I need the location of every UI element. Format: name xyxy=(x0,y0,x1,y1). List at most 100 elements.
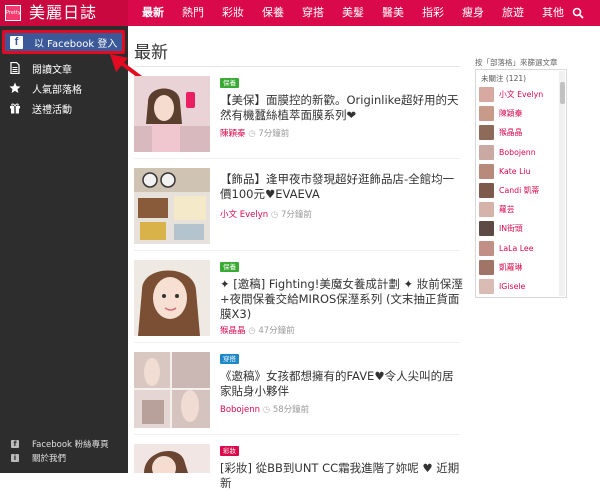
blogger-filter-title: 按「部落格」來篩選文章 xyxy=(475,58,558,67)
blogger-name: IN街頭 xyxy=(499,224,523,234)
post-thumbnail[interactable] xyxy=(134,168,210,244)
sidebar-item-label: 送禮活動 xyxy=(32,104,72,116)
post-thumbnail[interactable] xyxy=(134,444,210,473)
blogger-name: Kate Liu xyxy=(499,166,531,176)
avatar xyxy=(479,278,494,294)
info-icon: i xyxy=(11,454,19,462)
logo[interactable]: Pretty 美麗日誌 xyxy=(0,0,128,26)
top-bar: Pretty 美麗日誌 最新 熱門 彩妝 保養 穿搭 美髮 醫美 指彩 瘦身 旅… xyxy=(0,0,600,26)
nav-item-popular[interactable]: 熱門 xyxy=(173,0,213,26)
blogger-item[interactable]: IGisele xyxy=(479,277,559,296)
nav-item-travel[interactable]: 旅遊 xyxy=(493,0,533,26)
post-author[interactable]: 陳穎秦 xyxy=(220,129,246,139)
post-item[interactable]: 保養 【美保】面膜控的新歡。Originlike超好用的天然有機蠶絲植萃面膜系列… xyxy=(134,76,464,156)
divider xyxy=(134,434,460,435)
blogger-item[interactable]: Kate Liu xyxy=(479,162,559,181)
blogger-item[interactable]: 蘿芸 xyxy=(479,200,559,219)
nav-item-slimming[interactable]: 瘦身 xyxy=(453,0,493,26)
divider xyxy=(134,158,460,159)
blogger-item[interactable]: 小佳 xyxy=(479,296,559,297)
facebook-icon: f xyxy=(11,440,19,448)
nav-item-fashion[interactable]: 穿搭 xyxy=(293,0,333,26)
post-title[interactable]: ✦ [邀稿] Fighting!美魔女養成計劃 ✦ 妝前保溼+夜間保養交給MIR… xyxy=(220,277,464,322)
nav-item-makeup[interactable]: 彩妝 xyxy=(213,0,253,26)
category-badge[interactable]: 彩妝 xyxy=(220,446,239,456)
blogger-item[interactable]: 小文 Evelyn xyxy=(479,85,559,104)
post-meta: 陳穎秦 ◷ 7分鐘前 xyxy=(220,127,289,139)
blogger-name: IGisele xyxy=(499,281,526,291)
post-item[interactable]: 穿搭 《邀稿》女孩都想擁有的FAVE♥令人尖叫的居家貼身小夥伴 Bobojenn… xyxy=(134,352,464,432)
avatar xyxy=(479,106,494,122)
post-time: 47分鐘前 xyxy=(258,326,295,336)
divider xyxy=(134,342,460,343)
blogger-item[interactable]: 凱蘿琳 xyxy=(479,258,559,277)
clock-icon: ◷ xyxy=(270,210,279,220)
post-thumbnail[interactable] xyxy=(134,352,210,428)
clock-icon: ◷ xyxy=(262,405,271,415)
post-title[interactable]: 【飾品】逢甲夜市發現超好逛飾品店-全館均一價100元♥EVAEVA xyxy=(220,172,464,202)
post-thumbnail[interactable] xyxy=(134,76,210,152)
scrollbar-track[interactable] xyxy=(559,71,565,296)
blogger-name: 小文 Evelyn xyxy=(499,90,544,100)
avatar xyxy=(479,87,494,103)
nav-item-latest[interactable]: 最新 xyxy=(133,0,173,26)
avatar xyxy=(479,125,494,141)
sidebar-item-gift-events[interactable]: 送禮活動 xyxy=(0,98,128,118)
blogger-item[interactable]: Candi 凱蒂 xyxy=(479,181,559,200)
post-meta: 猴晶晶 ◷ 47分鐘前 xyxy=(220,324,295,336)
nav-item-hair[interactable]: 美髮 xyxy=(333,0,373,26)
post-author[interactable]: Bobojenn xyxy=(220,405,260,415)
sidebar-footer-about[interactable]: i 關於我們 xyxy=(0,451,128,465)
nav-item-other[interactable]: 其他 xyxy=(533,0,573,26)
post-meta: Bobojenn ◷ 58分鐘前 xyxy=(220,403,309,415)
blogger-name: 陳穎秦 xyxy=(499,109,523,119)
post-author[interactable]: 猴晶晶 xyxy=(220,326,246,336)
logo-badge: Pretty xyxy=(5,5,21,21)
avatar xyxy=(479,144,494,160)
nav-item-aesthetics[interactable]: 醫美 xyxy=(373,0,413,26)
blogger-filter-list[interactable]: 未關注 (121) 小文 Evelyn 陳穎秦 猴晶晶 Bobojenn Kat… xyxy=(475,69,567,298)
blogger-name: 凱蘿琳 xyxy=(499,262,523,272)
blogger-item[interactable]: Bobojenn xyxy=(479,143,559,162)
post-title[interactable]: [彩妝] 從BB到UNT CC霜我進階了妳呢 ♥ 近期新 xyxy=(220,461,464,491)
blogger-item[interactable]: 陳穎秦 xyxy=(479,104,559,123)
scrollbar-thumb[interactable] xyxy=(560,82,565,104)
post-title[interactable]: 【美保】面膜控的新歡。Originlike超好用的天然有機蠶絲植萃面膜系列❤ xyxy=(220,93,464,123)
blogger-list: 小文 Evelyn 陳穎秦 猴晶晶 Bobojenn Kate Liu Cand… xyxy=(479,85,559,297)
post-meta: 小文 Evelyn ◷ 7分鐘前 xyxy=(220,208,312,220)
blogger-item[interactable]: IN街頭 xyxy=(479,219,559,238)
search-icon[interactable] xyxy=(572,7,584,19)
blogger-name: LaLa Lee xyxy=(499,243,534,253)
facebook-login-button[interactable]: f 以 Facebook 登入 xyxy=(2,30,125,54)
page-title: 最新 xyxy=(134,43,168,63)
post-author[interactable]: 小文 Evelyn xyxy=(220,210,268,220)
avatar xyxy=(479,202,494,218)
post-item[interactable]: 彩妝 [彩妝] 從BB到UNT CC霜我進階了妳呢 ♥ 近期新 xyxy=(134,444,464,490)
sidebar-item-label: 人氣部落格 xyxy=(32,84,82,96)
footer-label: Facebook 粉絲專頁 xyxy=(32,440,109,450)
avatar xyxy=(479,240,494,256)
post-item[interactable]: 【飾品】逢甲夜市發現超好逛飾品店-全館均一價100元♥EVAEVA 小文 Eve… xyxy=(134,168,464,248)
gift-icon xyxy=(10,103,20,114)
facebook-icon: f xyxy=(10,35,23,49)
sidebar-footer-facebook-page[interactable]: f Facebook 粉絲專頁 xyxy=(0,437,128,451)
blogger-item[interactable]: 猴晶晶 xyxy=(479,123,559,142)
avatar xyxy=(479,183,494,199)
facebook-login-label: 以 Facebook 登入 xyxy=(34,38,118,50)
post-time: 58分鐘前 xyxy=(272,405,310,415)
blogger-item[interactable]: LaLa Lee xyxy=(479,239,559,258)
divider xyxy=(134,250,460,251)
category-badge[interactable]: 保養 xyxy=(220,78,239,88)
nav-item-nails[interactable]: 指彩 xyxy=(413,0,453,26)
clock-icon: ◷ xyxy=(248,129,256,139)
category-badge[interactable]: 穿搭 xyxy=(220,354,239,364)
post-thumbnail[interactable] xyxy=(134,260,210,336)
blogger-name: Bobojenn xyxy=(499,147,536,157)
nav-item-skincare[interactable]: 保養 xyxy=(253,0,293,26)
post-item[interactable]: 保養 ✦ [邀稿] Fighting!美魔女養成計劃 ✦ 妝前保溼+夜間保養交給… xyxy=(134,260,464,340)
post-title[interactable]: 《邀稿》女孩都想擁有的FAVE♥令人尖叫的居家貼身小夥伴 xyxy=(220,369,464,399)
post-time: 7分鐘前 xyxy=(258,129,290,139)
blogger-name: 蘿芸 xyxy=(499,205,515,215)
category-badge[interactable]: 保養 xyxy=(220,262,239,272)
document-icon xyxy=(10,62,20,74)
